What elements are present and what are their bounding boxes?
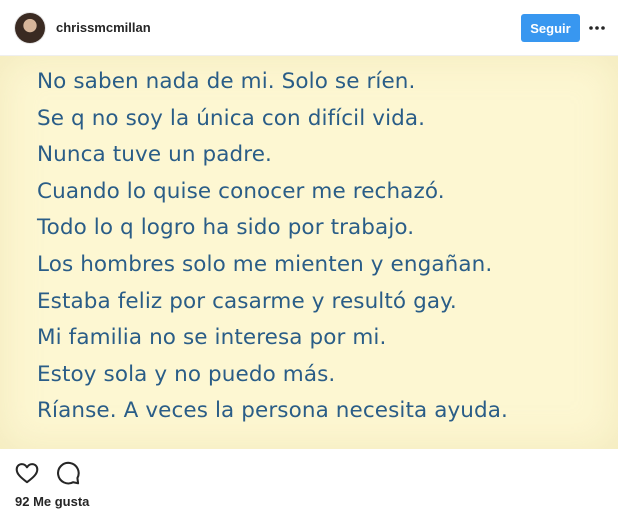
note-line: No saben nada de mi. Solo se ríen. [37, 69, 416, 94]
note-line: Se q no soy la única con difícil vida. [37, 105, 426, 131]
comment-icon[interactable] [55, 460, 81, 486]
likes-count[interactable]: 92 Me gusta [15, 494, 89, 509]
more-options-icon[interactable] [587, 16, 607, 40]
note-line: Cuando lo quise conocer me rechazó. [37, 178, 445, 204]
avatar[interactable] [15, 13, 45, 43]
note-line: Todo lo q logro ha sido por trabajo. [37, 215, 415, 241]
post-header: chrissmcmillan Seguir [0, 0, 618, 56]
note-line: Mi familia no se interesa por mi. [37, 325, 387, 351]
note-text: No saben nada de mi. Solo se ríen. Se q … [37, 64, 508, 430]
follow-button[interactable]: Seguir [521, 14, 580, 42]
username-link[interactable]: chrissmcmillan [56, 20, 151, 35]
note-line: Estoy sola y no puedo más. [37, 361, 336, 387]
note-line: Ríanse. A veces la persona necesita ayud… [37, 398, 508, 424]
note-line: Los hombres solo me mienten y engañan. [37, 251, 493, 277]
note-line: Nunca tuve un padre. [37, 142, 272, 168]
post-image[interactable]: No saben nada de mi. Solo se ríen. Se q … [0, 56, 618, 449]
heart-icon[interactable] [14, 460, 40, 486]
note-line: Estaba feliz por casarme y resultó gay. [37, 288, 457, 314]
